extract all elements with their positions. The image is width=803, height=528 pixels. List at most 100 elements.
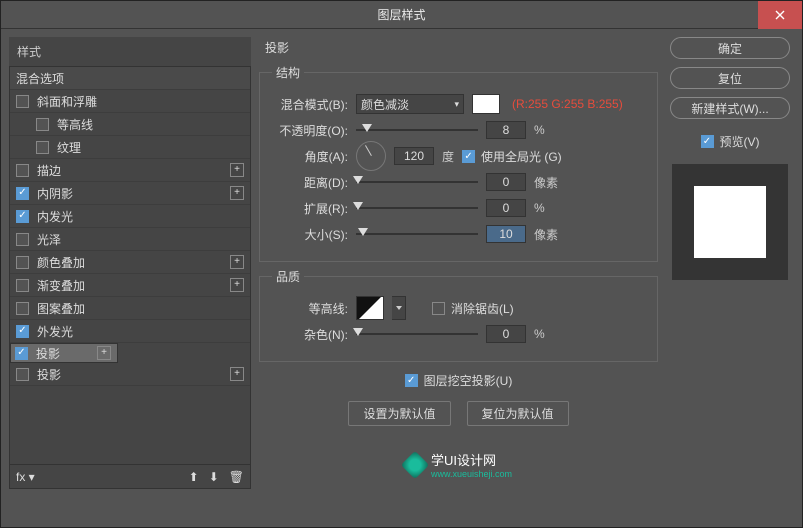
arrow-down-icon[interactable]: ⬇ xyxy=(209,470,219,484)
style-label: 描边 xyxy=(37,162,61,179)
add-effect-icon[interactable]: + xyxy=(230,367,244,381)
settings-panel: 投影 结构 混合模式(B): 颜色减淡▾ (R:255 G:255 B:255)… xyxy=(259,37,658,489)
style-label: 投影 xyxy=(37,366,61,383)
window-title: 图层样式 xyxy=(377,6,425,23)
noise-input[interactable] xyxy=(486,325,526,343)
style-item-9[interactable]: 图案叠加 xyxy=(10,297,250,320)
logo-icon xyxy=(401,450,429,478)
style-checkbox[interactable] xyxy=(16,164,29,177)
spread-label: 扩展(R): xyxy=(272,200,348,217)
style-item-11[interactable]: 投影 + xyxy=(10,343,118,363)
style-item-3[interactable]: 描边 + xyxy=(10,159,250,182)
style-item-10[interactable]: 外发光 xyxy=(10,320,250,343)
set-default-button[interactable]: 设置为默认值 xyxy=(348,401,450,426)
global-light-checkbox[interactable]: 使用全局光 (G) xyxy=(462,148,562,165)
style-item-1[interactable]: 等高线 xyxy=(10,113,250,136)
preview-checkbox[interactable]: 预览(V) xyxy=(701,133,760,150)
add-effect-icon[interactable]: + xyxy=(97,346,111,360)
style-checkbox[interactable] xyxy=(16,210,29,223)
style-checkbox[interactable] xyxy=(16,302,29,315)
size-slider[interactable] xyxy=(356,226,478,242)
style-checkbox[interactable] xyxy=(16,325,29,338)
contour-picker[interactable] xyxy=(356,296,384,320)
style-label: 投影 xyxy=(36,345,60,362)
style-label: 内阴影 xyxy=(37,185,73,202)
style-checkbox[interactable] xyxy=(36,118,49,131)
style-item-5[interactable]: 内发光 xyxy=(10,205,250,228)
style-item-4[interactable]: 内阴影 + xyxy=(10,182,250,205)
opacity-slider[interactable] xyxy=(356,122,478,138)
distance-slider[interactable] xyxy=(356,174,478,190)
blend-mode-select[interactable]: 颜色减淡▾ xyxy=(356,94,464,114)
style-label: 光泽 xyxy=(37,231,61,248)
angle-dial[interactable] xyxy=(356,141,386,171)
title-bar: 图层样式 xyxy=(1,1,802,29)
noise-label: 杂色(N): xyxy=(272,326,348,343)
trash-icon[interactable]: 🗑 xyxy=(229,470,244,484)
distance-input[interactable] xyxy=(486,173,526,191)
action-panel: 确定 复位 新建样式(W)... 预览(V) xyxy=(666,37,794,489)
watermark: 学UI设计网 www.xueuisheji.com xyxy=(259,450,658,479)
angle-label: 角度(A): xyxy=(272,148,348,165)
style-checkbox[interactable] xyxy=(16,187,29,200)
styles-panel: 样式 混合选项 斜面和浮雕等高线纹理描边 + 内阴影 + 内发光光泽颜色叠加 + 渐变叠加 +… xyxy=(9,37,251,489)
style-label: 颜色叠加 xyxy=(37,254,85,271)
section-title: 投影 xyxy=(259,37,658,58)
style-label: 等高线 xyxy=(57,116,93,133)
style-label: 纹理 xyxy=(57,139,81,156)
blend-options-row[interactable]: 混合选项 xyxy=(10,67,250,90)
arrow-up-icon[interactable]: ⬆ xyxy=(189,470,199,484)
close-icon xyxy=(775,10,785,20)
style-checkbox[interactable] xyxy=(16,256,29,269)
style-item-7[interactable]: 颜色叠加 + xyxy=(10,251,250,274)
style-label: 外发光 xyxy=(37,323,73,340)
style-label: 渐变叠加 xyxy=(37,277,85,294)
noise-slider[interactable] xyxy=(356,326,478,342)
style-checkbox[interactable] xyxy=(16,95,29,108)
add-effect-icon[interactable]: + xyxy=(230,255,244,269)
style-checkbox[interactable] xyxy=(16,233,29,246)
style-label: 斜面和浮雕 xyxy=(37,93,97,110)
style-item-12[interactable]: 投影 + xyxy=(10,363,250,386)
add-effect-icon[interactable]: + xyxy=(230,163,244,177)
style-item-2[interactable]: 纹理 xyxy=(10,136,250,159)
style-item-6[interactable]: 光泽 xyxy=(10,228,250,251)
style-checkbox[interactable] xyxy=(16,368,29,381)
color-swatch[interactable] xyxy=(472,94,500,114)
quality-group: 品质 等高线: 消除锯齿(L) 杂色(N): % xyxy=(259,268,658,362)
style-checkbox[interactable] xyxy=(16,279,29,292)
style-item-0[interactable]: 斜面和浮雕 xyxy=(10,90,250,113)
knockout-checkbox[interactable]: 图层挖空投影(U) xyxy=(259,372,658,389)
cancel-button[interactable]: 复位 xyxy=(670,67,790,89)
style-item-8[interactable]: 渐变叠加 + xyxy=(10,274,250,297)
styles-header: 样式 xyxy=(9,37,251,66)
rgb-readout: (R:255 G:255 B:255) xyxy=(512,97,623,111)
spread-slider[interactable] xyxy=(356,200,478,216)
close-button[interactable] xyxy=(758,1,802,29)
size-input[interactable] xyxy=(486,225,526,243)
new-style-button[interactable]: 新建样式(W)... xyxy=(670,97,790,119)
styles-footer: fx ▾ ⬆ ⬇ 🗑 xyxy=(9,465,251,489)
contour-label: 等高线: xyxy=(272,300,348,317)
fx-menu[interactable]: fx ▾ xyxy=(16,470,35,484)
style-checkbox[interactable] xyxy=(36,141,49,154)
opacity-label: 不透明度(O): xyxy=(272,122,348,139)
size-label: 大小(S): xyxy=(272,226,348,243)
spread-input[interactable] xyxy=(486,199,526,217)
styles-list: 混合选项 斜面和浮雕等高线纹理描边 + 内阴影 + 内发光光泽颜色叠加 + 渐变叠加 + 图案叠… xyxy=(9,66,251,465)
distance-label: 距离(D): xyxy=(272,174,348,191)
preview-box xyxy=(672,164,788,280)
reset-default-button[interactable]: 复位为默认值 xyxy=(467,401,569,426)
opacity-input[interactable] xyxy=(486,121,526,139)
structure-group: 结构 混合模式(B): 颜色减淡▾ (R:255 G:255 B:255) 不透… xyxy=(259,64,658,262)
style-label: 图案叠加 xyxy=(37,300,85,317)
blend-mode-label: 混合模式(B): xyxy=(272,96,348,113)
add-effect-icon[interactable]: + xyxy=(230,186,244,200)
angle-input[interactable] xyxy=(394,147,434,165)
antialias-checkbox[interactable]: 消除锯齿(L) xyxy=(432,300,514,317)
ok-button[interactable]: 确定 xyxy=(670,37,790,59)
contour-dropdown[interactable] xyxy=(392,296,406,320)
add-effect-icon[interactable]: + xyxy=(230,278,244,292)
style-checkbox[interactable] xyxy=(15,347,28,360)
style-label: 内发光 xyxy=(37,208,73,225)
